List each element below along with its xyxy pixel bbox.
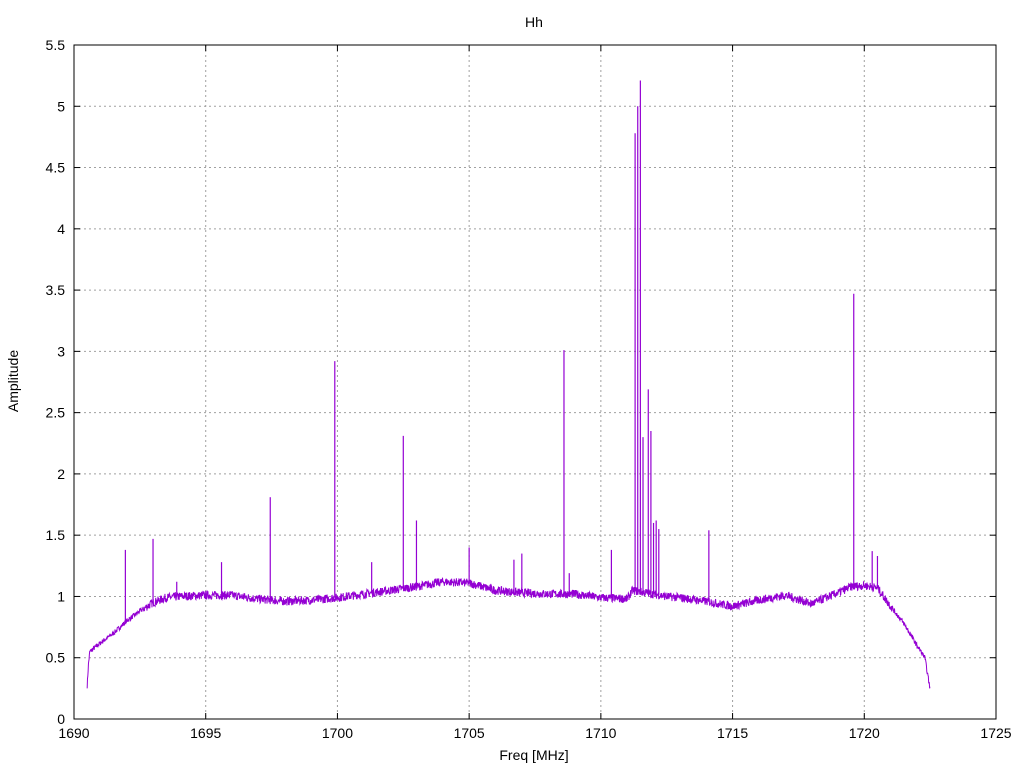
y-tick-label: 4 xyxy=(57,221,65,237)
chart-title: Hh xyxy=(525,14,543,30)
y-tick-label: 2 xyxy=(57,466,65,482)
x-tick-label: 1690 xyxy=(58,725,89,741)
chart-background xyxy=(0,0,1024,768)
y-tick-label: 1.5 xyxy=(46,527,66,543)
y-tick-label: 2.5 xyxy=(46,405,66,421)
x-tick-label: 1720 xyxy=(849,725,880,741)
y-tick-label: 5.5 xyxy=(46,37,66,53)
x-tick-label: 1725 xyxy=(980,725,1011,741)
chart: 1690 1695 1700 1705 1710 1715 1720 1725 0 0.5 1 1.5… xyxy=(0,0,1024,768)
x-tick-label: 1710 xyxy=(585,725,616,741)
y-tick-label: 0 xyxy=(57,711,65,727)
y-tick-label: 5 xyxy=(57,98,65,114)
y-tick-label: 4.5 xyxy=(46,160,66,176)
y-tick-label: 0.5 xyxy=(46,650,66,666)
y-tick-label: 3 xyxy=(57,343,65,359)
x-tick-label: 1695 xyxy=(190,725,221,741)
x-tick-label: 1715 xyxy=(717,725,748,741)
x-tick-label: 1700 xyxy=(322,725,353,741)
y-tick-label: 3.5 xyxy=(46,282,66,298)
x-axis-title: Freq [MHz] xyxy=(499,747,568,763)
y-tick-label: 1 xyxy=(57,588,65,604)
x-tick-label: 1705 xyxy=(454,725,485,741)
y-axis-title: Amplitude xyxy=(5,350,21,412)
